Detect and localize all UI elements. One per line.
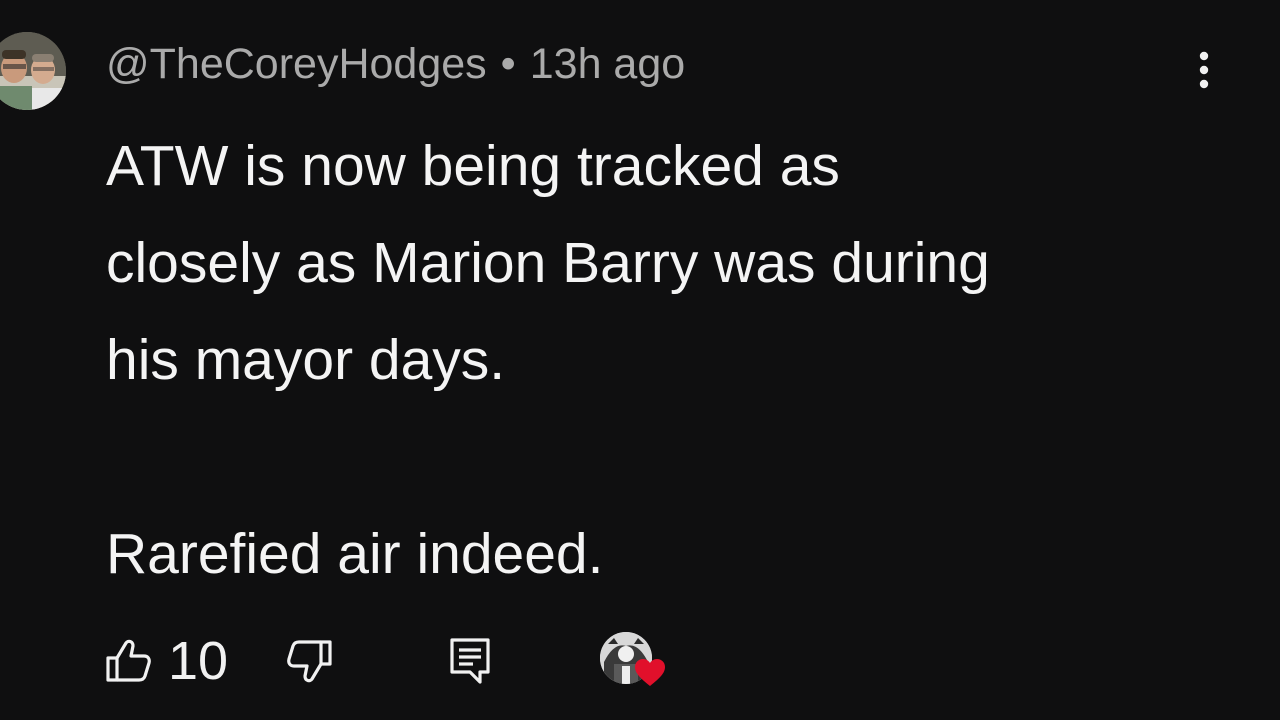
header-separator: • [500, 39, 516, 88]
comment-card: @TheCoreyHodges • 13h ago ATW is now bei… [0, 0, 1280, 720]
author-avatar-image [0, 32, 66, 110]
dislike-button[interactable] [286, 626, 334, 696]
heart-icon [635, 659, 665, 686]
author-avatar[interactable] [0, 32, 66, 110]
creator-heart-badge [600, 632, 672, 694]
reply-button[interactable] [448, 626, 492, 696]
like-count: 10 [168, 631, 229, 691]
thumbs-down-icon [287, 640, 332, 683]
thumbs-up-icon [106, 639, 151, 682]
comment-timestamp[interactable]: 13h ago [530, 40, 685, 89]
author-handle[interactable]: @TheCoreyHodges [106, 40, 487, 89]
like-button[interactable]: 10 [104, 626, 228, 696]
reply-comment-icon [450, 638, 490, 684]
more-options-button[interactable] [1182, 46, 1226, 94]
comment-actions: 10 [104, 626, 724, 696]
comment-header: @TheCoreyHodges • 13h ago [106, 38, 685, 90]
comment-text: ATW is now being tracked as closely as M… [106, 134, 990, 586]
vertical-dots-icon [1199, 51, 1209, 89]
